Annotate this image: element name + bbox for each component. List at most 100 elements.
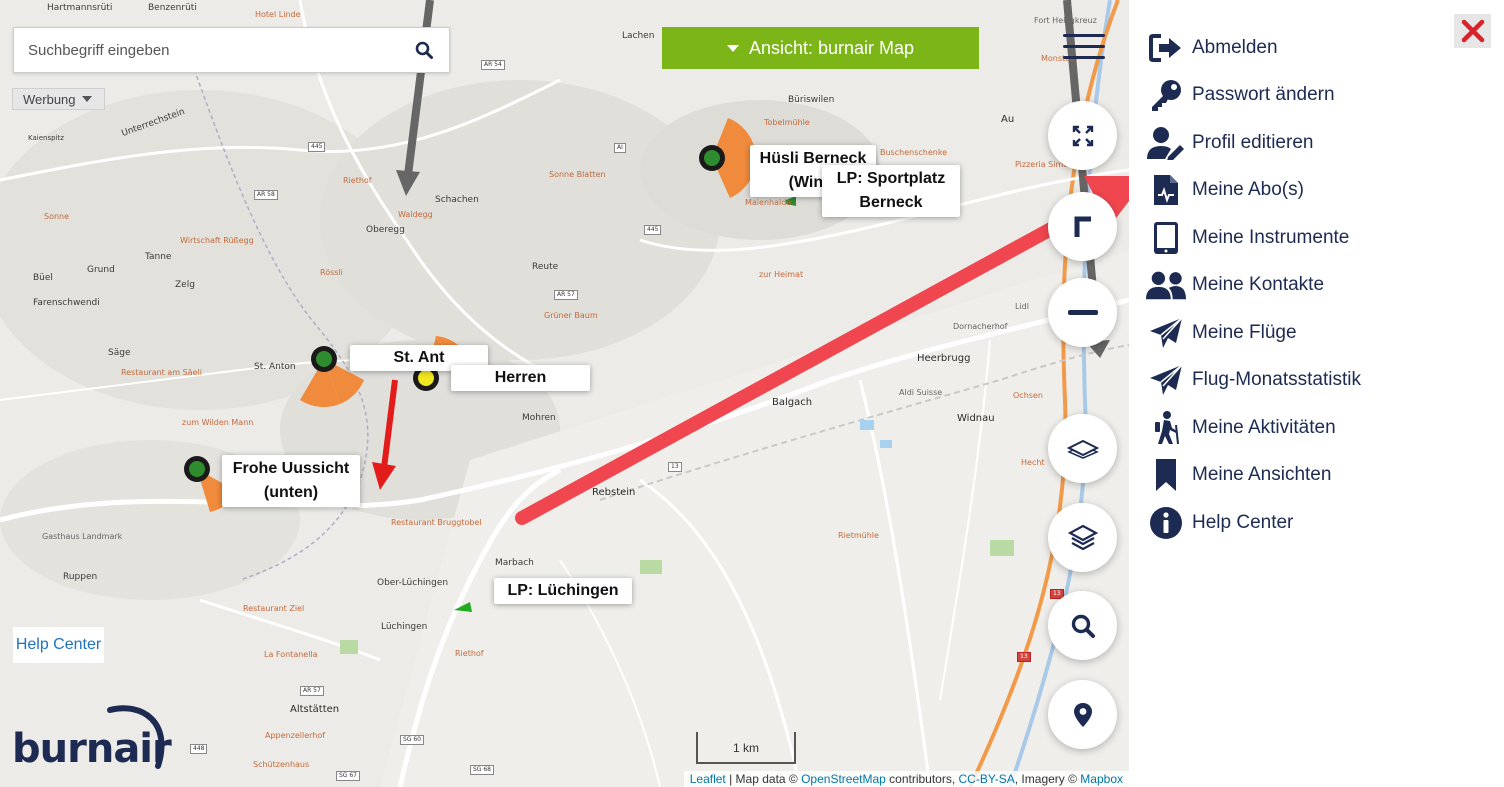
- road-shield: SG 67: [336, 771, 360, 781]
- place-label: Heerbrugg: [917, 353, 971, 364]
- menu-item-fluege[interactable]: Meine Flüge: [1146, 309, 1361, 357]
- user-edit-icon: [1146, 125, 1186, 161]
- mapbox-link[interactable]: Mapbox: [1080, 772, 1123, 786]
- menu-item-profil[interactable]: Profil editieren: [1146, 119, 1361, 167]
- poi-label: Dornacherhof: [953, 322, 1008, 331]
- place-label: Widnau: [957, 413, 995, 424]
- menu-item-label: Meine Abo(s): [1192, 179, 1304, 201]
- map[interactable]: Hartmannsrüti Benzenrüti Lachen Büriswil…: [0, 0, 1129, 787]
- menu-item-label: Meine Aktivitäten: [1192, 416, 1336, 438]
- place-label: Grund: [87, 265, 115, 275]
- menu-item-abmelden[interactable]: Abmelden: [1146, 24, 1361, 72]
- poi-label: Lidl: [1015, 302, 1029, 311]
- fullscreen-button[interactable]: [1048, 101, 1117, 170]
- menu-item-abos[interactable]: Meine Abo(s): [1146, 167, 1361, 215]
- poi-label: Sonne: [44, 212, 70, 221]
- zoom-out-button[interactable]: [1048, 278, 1117, 347]
- place-label: Benzenrüti: [148, 3, 197, 13]
- paper-plane-icon: [1146, 315, 1186, 351]
- layer-icon: [1066, 439, 1099, 459]
- road-shield: AR 57: [554, 290, 578, 300]
- poi-label: Rössli: [320, 268, 343, 277]
- menu-item-label: Meine Kontakte: [1192, 274, 1325, 296]
- poi-label: Sonne Blatten: [549, 170, 606, 179]
- place-label: Büriswilen: [788, 95, 835, 105]
- search-icon[interactable]: [413, 39, 435, 61]
- poi-label: Wirtschaft Rüßegg: [180, 236, 254, 245]
- landing-label-line: Berneck: [859, 194, 923, 211]
- menu-item-help-center[interactable]: Help Center: [1146, 499, 1361, 547]
- menu-item-label: Abmelden: [1192, 36, 1278, 58]
- close-button[interactable]: [1454, 14, 1491, 48]
- launch-label-frohe-uussicht[interactable]: Frohe Uussicht (unten): [222, 455, 360, 507]
- road-shield: 445: [644, 225, 662, 235]
- location-pin-icon: [1073, 702, 1092, 727]
- poi-label: La Fontanella: [264, 650, 318, 659]
- landing-label-sportplatz-berneck[interactable]: LP: Sportplatz Berneck: [822, 165, 960, 217]
- landing-label-luchingen[interactable]: LP: Lüchingen: [494, 578, 632, 604]
- road-shield: AR 54: [481, 60, 505, 70]
- place-label: Balgach: [772, 397, 813, 408]
- poi-label: Rietmühle: [838, 531, 879, 540]
- ads-label: Werbung: [23, 91, 76, 107]
- poi-label: Grüner Baum: [544, 311, 598, 320]
- paper-plane-icon: [1146, 362, 1186, 398]
- road-shield: 13: [668, 462, 682, 472]
- poi-label: Restaurant Ziel: [243, 604, 305, 613]
- user-menu-panel: Abmelden Passwort ändern Profil editiere…: [1129, 0, 1504, 787]
- launch-label-line: Frohe Uussicht: [232, 460, 350, 477]
- view-selector-button[interactable]: Ansicht: burnair Map: [662, 27, 979, 69]
- place-label: Oberegg: [366, 225, 405, 235]
- menu-item-label: Meine Instrumente: [1192, 226, 1350, 248]
- menu-item-aktivitaeten[interactable]: Meine Aktivitäten: [1146, 404, 1361, 452]
- landing-label-line: LP: Sportplatz: [836, 170, 946, 187]
- menu-item-ansichten[interactable]: Meine Ansichten: [1146, 452, 1361, 500]
- place-label: St. Anton: [254, 362, 296, 372]
- layer-button[interactable]: [1048, 414, 1117, 483]
- ads-dropdown[interactable]: Werbung: [12, 88, 105, 110]
- poi-label: Maienhalde: [745, 198, 792, 207]
- layers-button[interactable]: [1048, 503, 1117, 572]
- road-shield: SG 68: [470, 765, 494, 775]
- menu-item-label: Meine Flüge: [1192, 321, 1297, 343]
- close-icon: [1461, 19, 1484, 43]
- poi-label: Restaurant Bruggtobel: [391, 518, 482, 527]
- attribution-text: contributors,: [885, 772, 959, 786]
- osm-link[interactable]: OpenStreetMap: [801, 772, 886, 786]
- menu-item-passwort[interactable]: Passwort ändern: [1146, 72, 1361, 120]
- map-search-button[interactable]: [1048, 591, 1117, 660]
- place-label: Farenschwendi: [33, 298, 100, 308]
- license-link[interactable]: CC-BY-SA: [959, 772, 1015, 786]
- launch-label-line: (unten): [263, 484, 319, 501]
- poi-label: Tobelmühle: [764, 118, 810, 127]
- key-icon: [1146, 77, 1186, 113]
- place-label: Kaienspitz: [28, 134, 64, 142]
- poi-label: Gasthaus Landmark: [42, 532, 123, 541]
- menu-icon[interactable]: [1063, 34, 1105, 64]
- road-shield: AR 58: [254, 190, 278, 200]
- road-shield: AI: [614, 143, 626, 153]
- menu-item-monatsstatistik[interactable]: Flug-Monatsstatistik: [1146, 357, 1361, 405]
- menu-item-instrumente[interactable]: Meine Instrumente: [1146, 214, 1361, 262]
- tablet-icon: [1146, 220, 1186, 256]
- place-label: Ober-Lüchingen: [377, 578, 449, 588]
- search-input[interactable]: [28, 41, 413, 59]
- place-label: Säge: [108, 348, 131, 358]
- poi-label: zum Wilden Mann: [182, 418, 254, 427]
- attribution-text: , Imagery ©: [1014, 772, 1081, 786]
- place-label: Büel: [33, 273, 53, 283]
- bookmark-icon: [1146, 457, 1186, 493]
- north-button[interactable]: [1048, 192, 1117, 261]
- menu-item-kontakte[interactable]: Meine Kontakte: [1146, 262, 1361, 310]
- search-icon: [1071, 614, 1095, 638]
- zoom-out-icon: [1067, 309, 1098, 315]
- help-center-link[interactable]: Help Center: [13, 627, 104, 663]
- place-label: Hartmannsrüti: [47, 3, 113, 13]
- leaflet-link[interactable]: Leaflet: [690, 772, 726, 786]
- place-label: Marbach: [495, 558, 534, 568]
- locate-button[interactable]: [1048, 680, 1117, 749]
- launch-label-herren[interactable]: Herren: [451, 365, 590, 391]
- road-shield: SG 60: [400, 735, 424, 745]
- poi-label: Appenzellerhof: [265, 731, 326, 740]
- place-label: Reute: [532, 262, 559, 272]
